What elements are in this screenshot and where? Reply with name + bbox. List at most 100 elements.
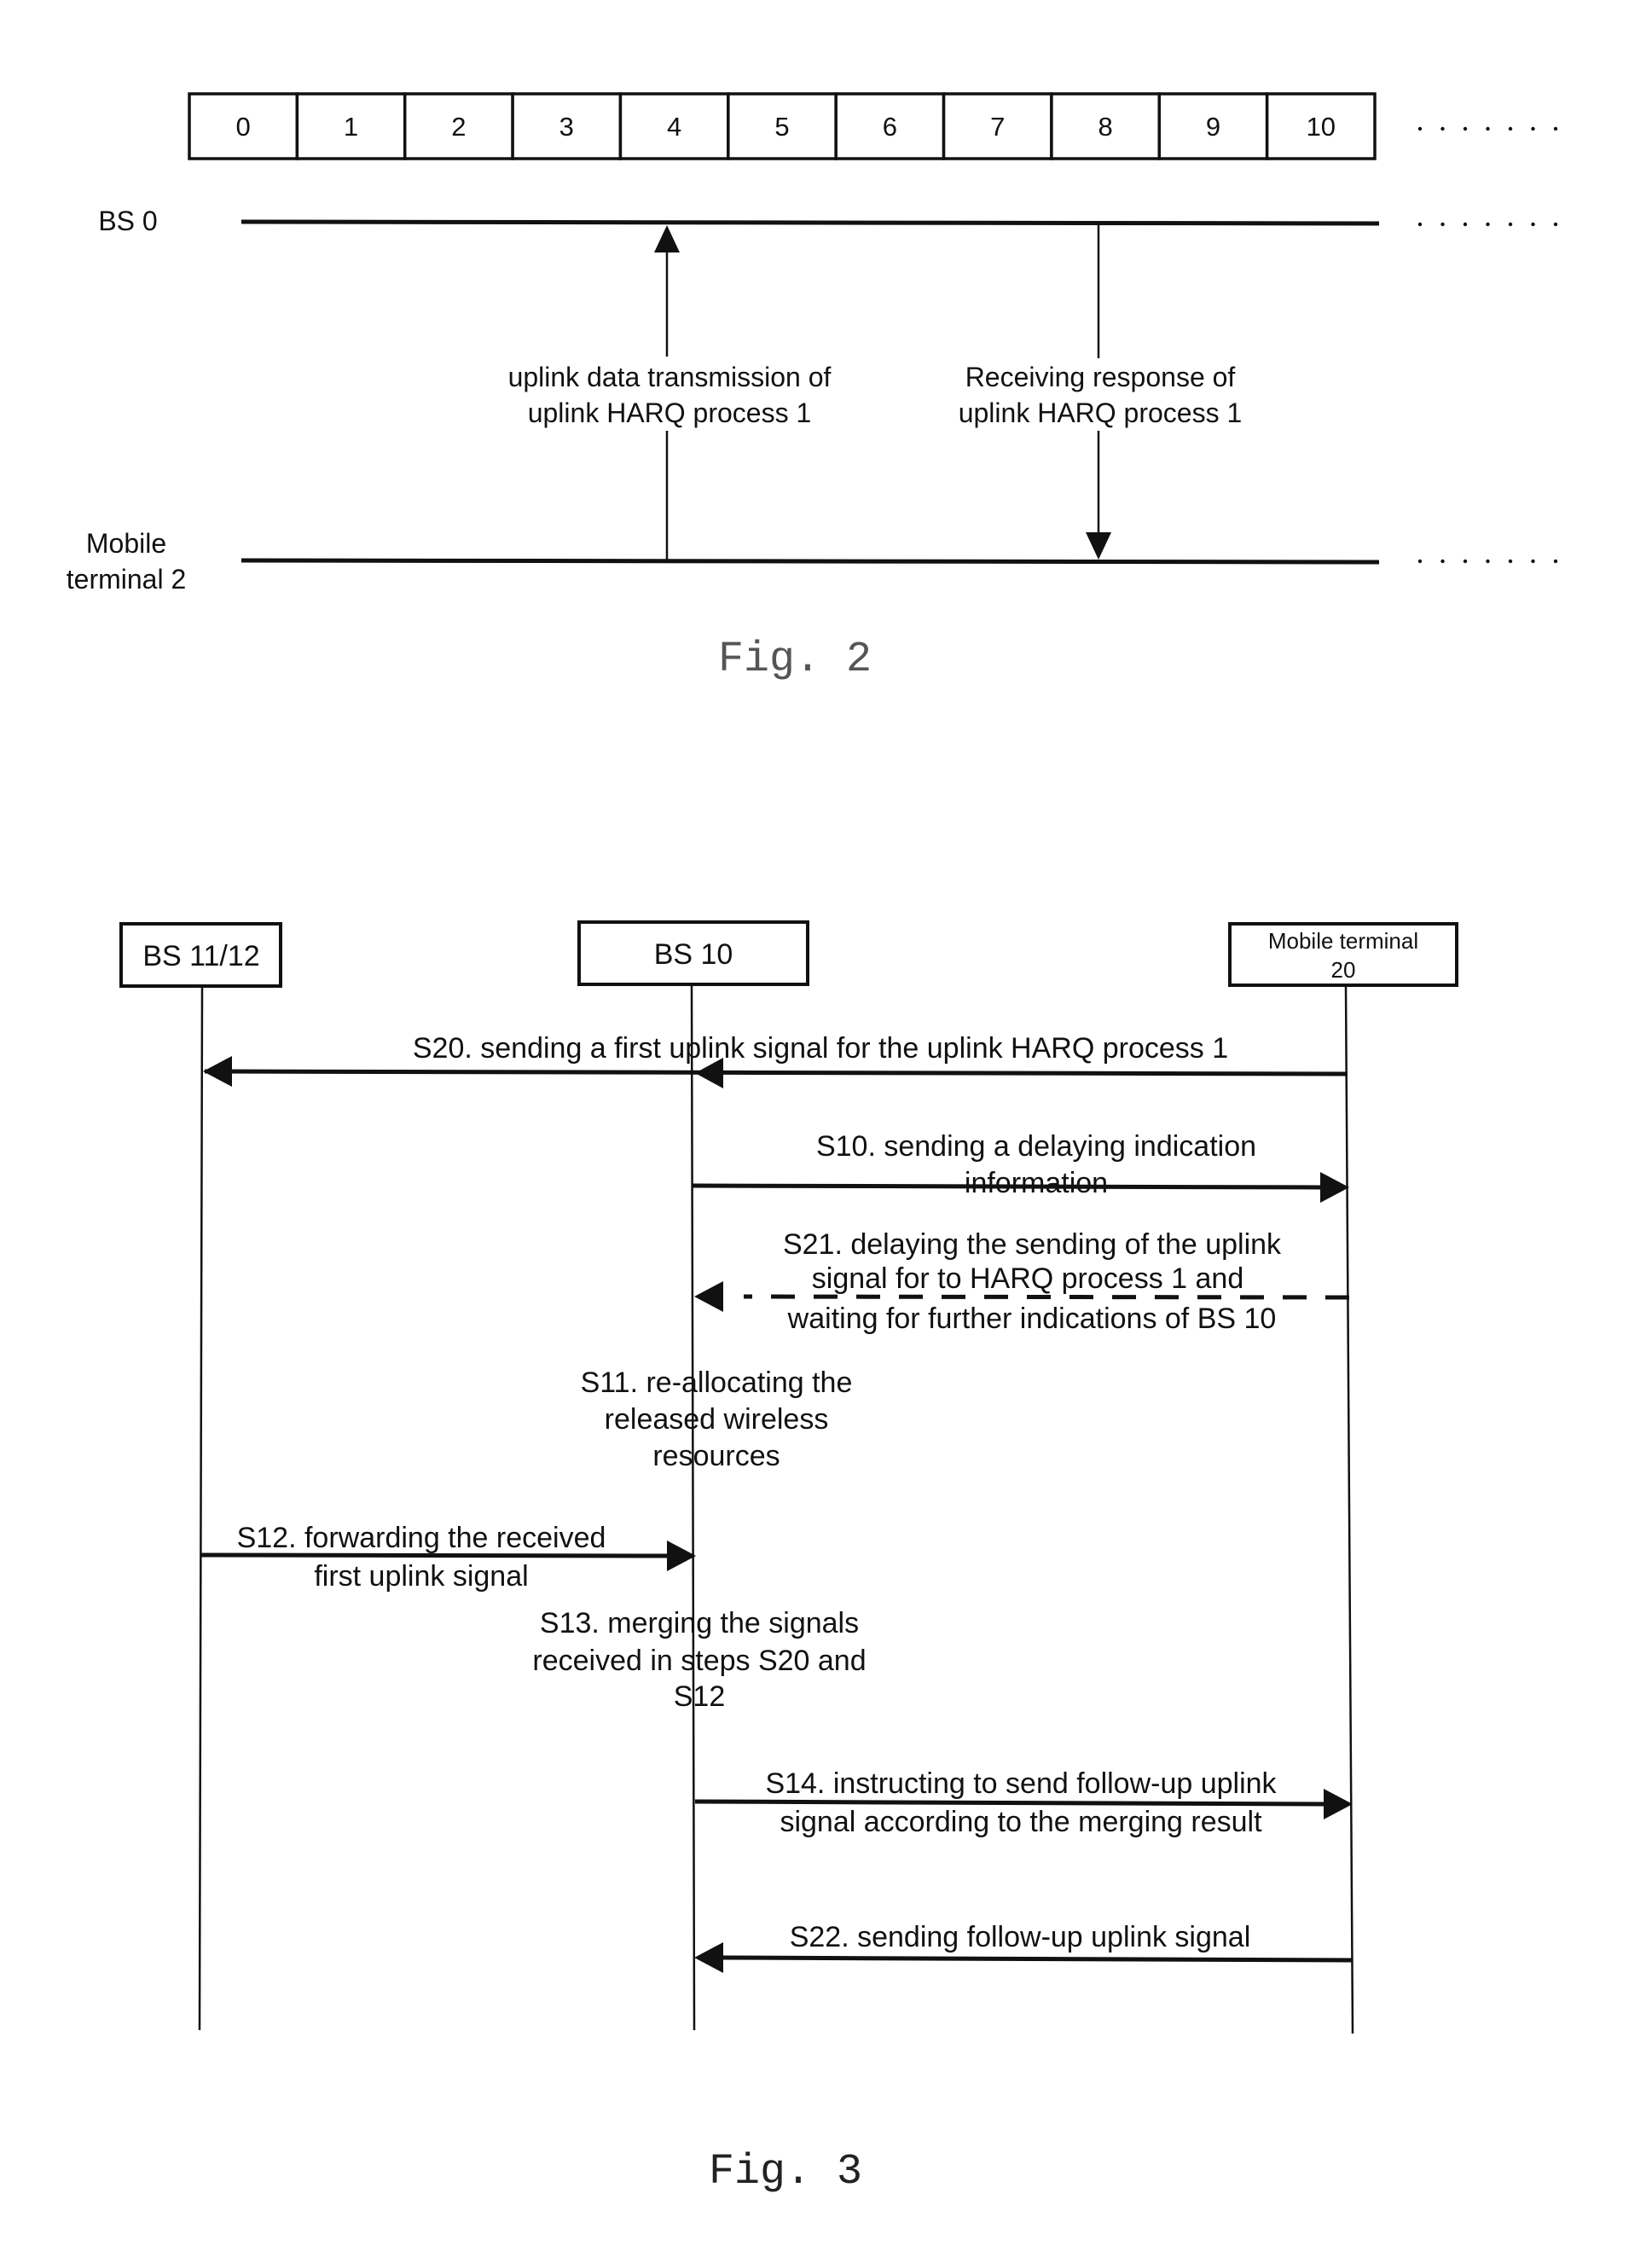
fig2-diagram: 0 1 2 3 4 5 6 7 8 9 10 BS 0 Mobile terminal 2 upli… xyxy=(67,92,1558,684)
s21-label-line3: waiting for further indications of BS 10 xyxy=(787,1303,1277,1335)
uplink-label-line1: uplink data transmission of xyxy=(508,362,832,392)
arrow-right-icon xyxy=(1324,1789,1353,1819)
fig3-sequence-diagram: BS 11/12 BS 10 Mobile terminal 20 S20. s… xyxy=(119,920,1458,2196)
s22-arrow-line xyxy=(720,1955,1353,1963)
ellipsis-dot xyxy=(1508,559,1513,564)
s12-label-line2: first uplink signal xyxy=(314,1560,528,1593)
entity-label-bs-10: BS 10 xyxy=(654,938,733,971)
slot-cell: 7 xyxy=(942,92,1053,160)
ellipsis-dot xyxy=(1463,559,1468,564)
note-s13: S13. merging the signals received in ste… xyxy=(532,1607,866,1713)
s10-arrow-line xyxy=(692,1183,1323,1190)
slot-cell: 0 xyxy=(188,92,299,160)
lifeline-mobile-terminal-20 xyxy=(1344,984,1354,2034)
ellipsis-dot xyxy=(1508,222,1513,227)
ellipsis-dot xyxy=(1486,559,1490,564)
ellipsis-dot xyxy=(1553,222,1558,227)
arrow-right-icon xyxy=(1320,1172,1349,1203)
lifeline-bs-11-12 xyxy=(198,985,204,2031)
slot-cell: 5 xyxy=(727,92,838,160)
slot-cell: 2 xyxy=(403,92,514,160)
ellipsis-dot xyxy=(1440,559,1445,564)
arrow-down-icon xyxy=(1086,532,1111,560)
mobile-terminal-timeline-ellipsis xyxy=(1417,559,1558,564)
ellipsis-dot xyxy=(1417,222,1423,227)
patent-drawing-sheet: 0 1 2 3 4 5 6 7 8 9 10 BS 0 Mobile terminal 2 upli… xyxy=(67,92,1558,2196)
slot-cell: 1 xyxy=(295,92,407,160)
mobile-terminal-2-timeline xyxy=(241,558,1380,565)
fig2-caption: Fig. 2 xyxy=(718,635,872,684)
s13-line1: S13. merging the signals xyxy=(540,1607,859,1639)
slot-cell: 4 xyxy=(618,92,730,160)
slot-number: 7 xyxy=(990,112,1005,142)
slot-number: 8 xyxy=(1098,112,1112,142)
ellipsis-dot xyxy=(1486,222,1490,227)
ellipsis-dot xyxy=(1463,126,1468,131)
response-label-line1: Receiving response of xyxy=(965,362,1236,392)
bs0-timeline xyxy=(241,219,1380,226)
uplink-label-line2: uplink HARQ process 1 xyxy=(528,397,812,428)
slot-cell: 10 xyxy=(1265,92,1377,160)
s10-label-line1: S10. sending a delaying indication xyxy=(816,1130,1256,1163)
slot-number: 3 xyxy=(559,112,574,142)
ellipsis-dot xyxy=(1417,559,1423,564)
subframe-slot-row: 0 1 2 3 4 5 6 7 8 9 10 xyxy=(188,92,1377,160)
slot-number: 4 xyxy=(667,112,681,142)
message-s12: S12. forwarding the received first uplin… xyxy=(200,1522,696,1593)
s14-arrow-line xyxy=(694,1799,1325,1807)
mobile-terminal-2-label-line1: Mobile xyxy=(86,528,166,559)
ellipsis-dot xyxy=(1440,222,1445,227)
slot-number: 9 xyxy=(1206,112,1220,142)
s14-label-line1: S14. instructing to send follow-up uplin… xyxy=(765,1767,1277,1800)
s11-line2: released wireless xyxy=(605,1403,829,1436)
s11-line1: S11. re-allocating the xyxy=(581,1367,853,1399)
mobile-terminal-2-label-line2: terminal 2 xyxy=(67,564,187,595)
arrow-left-icon xyxy=(203,1056,232,1087)
s11-line3: resources xyxy=(652,1440,780,1472)
uplink-transmission-arrow xyxy=(654,225,680,560)
bs0-timeline-ellipsis xyxy=(1417,222,1558,227)
entity-label-mobile-terminal-20-line1: Mobile terminal xyxy=(1268,928,1418,954)
s13-line2: received in steps S20 and xyxy=(532,1645,866,1677)
message-s14: S14. instructing to send follow-up uplin… xyxy=(694,1767,1353,1838)
ellipsis-dot xyxy=(1463,222,1468,227)
ellipsis-dot xyxy=(1508,126,1513,131)
arrow-left-icon xyxy=(694,1942,723,1973)
note-s11: S11. re-allocating the released wireless… xyxy=(581,1367,853,1472)
entity-label-mobile-terminal-20-line2: 20 xyxy=(1331,957,1356,983)
message-s10: S10. sending a delaying indication infor… xyxy=(692,1130,1349,1203)
slot-number: 0 xyxy=(236,112,251,142)
lifeline-bs-10 xyxy=(690,984,696,2031)
s12-label-line1: S12. forwarding the received xyxy=(237,1522,606,1554)
arrow-left-icon xyxy=(694,1281,723,1312)
bs0-label: BS 0 xyxy=(98,206,157,236)
arrow-right-icon xyxy=(667,1541,696,1571)
message-s20: S20. sending a first uplink signal for t… xyxy=(203,1032,1348,1088)
s20-arrow-line xyxy=(204,1069,1348,1076)
s13-line3: S12 xyxy=(674,1680,726,1713)
slot-cell: 8 xyxy=(1050,92,1162,160)
slot-number: 2 xyxy=(451,112,466,142)
slot-number: 5 xyxy=(774,112,789,142)
s10-label-line2: information xyxy=(965,1167,1108,1199)
slot-row-ellipsis xyxy=(1417,126,1558,131)
s20-label: S20. sending a first uplink signal for t… xyxy=(413,1032,1228,1065)
response-label-line2: uplink HARQ process 1 xyxy=(959,397,1243,428)
arrow-up-icon xyxy=(654,225,680,252)
s22-label: S22. sending follow-up uplink signal xyxy=(790,1921,1251,1953)
message-s22: S22. sending follow-up uplink signal xyxy=(694,1921,1353,1973)
entity-label-bs-11-12: BS 11/12 xyxy=(142,940,259,972)
ellipsis-dot xyxy=(1417,126,1423,131)
slot-number: 10 xyxy=(1307,112,1336,142)
ellipsis-dot xyxy=(1440,126,1445,131)
message-s21: S21. delaying the sending of the uplink … xyxy=(694,1228,1350,1335)
slot-cell: 6 xyxy=(834,92,946,160)
ellipsis-dot xyxy=(1531,126,1535,131)
ellipsis-dot xyxy=(1531,559,1535,564)
s21-label-line2: signal for to HARQ process 1 and xyxy=(812,1262,1243,1295)
ellipsis-dot xyxy=(1553,126,1558,131)
fig3-caption: Fig. 3 xyxy=(709,2148,862,2196)
s12-arrow-line xyxy=(200,1552,670,1558)
slot-number: 6 xyxy=(883,112,897,142)
ellipsis-dot xyxy=(1486,126,1490,131)
